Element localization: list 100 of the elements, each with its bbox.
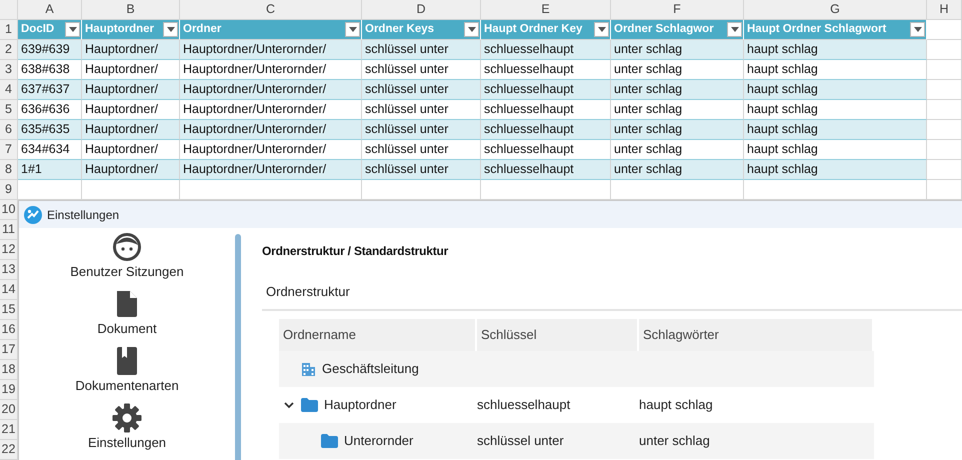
tree-row[interactable]: Geschäftsleitung	[279, 351, 874, 387]
table-cell: Hauptordner/	[82, 120, 180, 140]
filter-dropdown-button[interactable]	[727, 22, 742, 37]
table-cell: schluesselhaupt	[481, 140, 611, 160]
scrollbar[interactable]	[235, 234, 241, 460]
row-header[interactable]: 18	[0, 360, 18, 380]
row-header[interactable]: 14	[0, 280, 18, 300]
row-header[interactable]: 5	[0, 100, 18, 120]
empty-cell[interactable]	[362, 180, 481, 200]
column-header[interactable]: A	[18, 0, 82, 20]
tab[interactable]: Ordnerstruktur	[266, 282, 350, 302]
column-title: Haupt Ordner Schlagwort	[747, 22, 886, 37]
row-header[interactable]: 3	[0, 60, 18, 80]
table-cell: schlüssel unter	[362, 80, 481, 100]
app-logo-icon	[24, 206, 42, 224]
table-cell: schlüssel unter	[362, 140, 481, 160]
table-cell: Hauptordner/	[82, 160, 180, 180]
column-title: Hauptordner	[85, 22, 154, 37]
table-cell: schlüssel unter	[362, 100, 481, 120]
table-cell-text: schluesselhaupt	[477, 396, 572, 414]
filter-dropdown-button[interactable]	[65, 22, 80, 37]
row-header[interactable]: 15	[0, 300, 18, 320]
folder-name: Hauptordner	[324, 396, 396, 414]
table-cell: schluesselhaupt	[481, 40, 611, 60]
column-header[interactable]: D	[362, 0, 481, 20]
filter-dropdown-button[interactable]	[163, 22, 178, 37]
filter-dropdown-button[interactable]	[345, 22, 360, 37]
empty-cell[interactable]	[481, 180, 611, 200]
column-header[interactable]: C	[180, 0, 362, 20]
table-cell-text: haupt schlag	[639, 396, 714, 414]
table-cell: haupt schlag	[744, 40, 927, 60]
row-header[interactable]: 21	[0, 420, 18, 440]
gear-icon	[112, 403, 142, 433]
filter-dropdown-button[interactable]	[464, 22, 479, 37]
row-header[interactable]: 9	[0, 180, 18, 200]
row-header[interactable]: 1	[0, 20, 18, 40]
table-cell: unter schlag	[611, 140, 744, 160]
table-cell: unter schlag	[611, 80, 744, 100]
column-title: Ordner Keys	[365, 22, 434, 37]
folder-icon	[301, 398, 318, 412]
sidebar-item[interactable]: Einstellungen	[88, 403, 166, 460]
column-header[interactable]: E	[481, 0, 611, 20]
caret-icon	[348, 27, 356, 32]
filter-dropdown-button[interactable]	[910, 22, 925, 37]
caret-icon	[598, 27, 606, 32]
empty-cell[interactable]	[611, 180, 744, 200]
row-header[interactable]: 6	[0, 120, 18, 140]
caret-icon	[730, 27, 738, 32]
empty-cell[interactable]	[927, 180, 962, 200]
row-header[interactable]: 13	[0, 260, 18, 280]
row-header[interactable]: 11	[0, 220, 18, 240]
table-cell: unter schlag	[611, 160, 744, 180]
column-header[interactable]: B	[82, 0, 180, 20]
table-cell: Hauptordner/	[82, 100, 180, 120]
caret-icon	[166, 27, 174, 32]
row-header[interactable]: 7	[0, 140, 18, 160]
table-cell: haupt schlag	[744, 160, 927, 180]
table-cell: Hauptordner/	[82, 60, 180, 80]
table-cell: 634#634	[18, 140, 82, 160]
table-cell: schluesselhaupt	[481, 160, 611, 180]
table-cell: schlüssel unter	[362, 120, 481, 140]
table-cell: unter schlag	[611, 60, 744, 80]
page-heading: Ordnerstruktur / Standardstruktur	[262, 243, 450, 260]
row-header[interactable]: 8	[0, 160, 18, 180]
table-cell: schlüssel unter	[362, 60, 481, 80]
table-cell: 638#638	[18, 60, 82, 80]
empty-cell[interactable]	[744, 180, 927, 200]
row-header[interactable]: 19	[0, 380, 18, 400]
column-header[interactable]: F	[611, 0, 744, 20]
table-cell: 639#639	[18, 40, 82, 60]
table-cell-text: schlüssel unter	[477, 432, 565, 450]
sidebar-item[interactable]: Dokumentenarten	[75, 346, 179, 403]
table-cell: Hauptordner/Unterornder/	[180, 40, 362, 60]
row-header[interactable]: 20	[0, 400, 18, 420]
sidebar-item[interactable]: Dokument	[97, 289, 157, 346]
row-header[interactable]: 22	[0, 440, 18, 460]
tree-row[interactable]: Hauptordner schluesselhaupt haupt schlag	[279, 387, 874, 423]
empty-cell[interactable]	[82, 180, 180, 200]
column-header[interactable]: H	[927, 0, 962, 20]
row-header[interactable]: 12	[0, 240, 18, 260]
table-cell: haupt schlag	[744, 80, 927, 100]
table-cell: 1#1	[18, 160, 82, 180]
folder-icon	[321, 434, 338, 448]
tree-row[interactable]: Unterornder schlüssel unter unter schlag	[279, 423, 874, 459]
table-cell: Hauptordner/	[82, 40, 180, 60]
empty-cell[interactable]	[180, 180, 362, 200]
column-header[interactable]: G	[744, 0, 927, 20]
row-header[interactable]: 16	[0, 320, 18, 340]
column-title: Ordner	[183, 22, 222, 37]
table-cell: schluesselhaupt	[481, 60, 611, 80]
row-header[interactable]: 4	[0, 80, 18, 100]
table-cell: Hauptordner/Unterornder/	[180, 100, 362, 120]
filter-dropdown-button[interactable]	[594, 22, 609, 37]
folder-name: Unterornder	[344, 432, 414, 450]
row-header[interactable]: 10	[0, 200, 18, 220]
row-header[interactable]: 17	[0, 340, 18, 360]
row-header[interactable]: 2	[0, 40, 18, 60]
sidebar-item[interactable]: Benutzer Sitzungen	[70, 232, 184, 289]
select-all-corner[interactable]	[0, 0, 18, 20]
table-cell-text: unter schlag	[639, 432, 711, 450]
